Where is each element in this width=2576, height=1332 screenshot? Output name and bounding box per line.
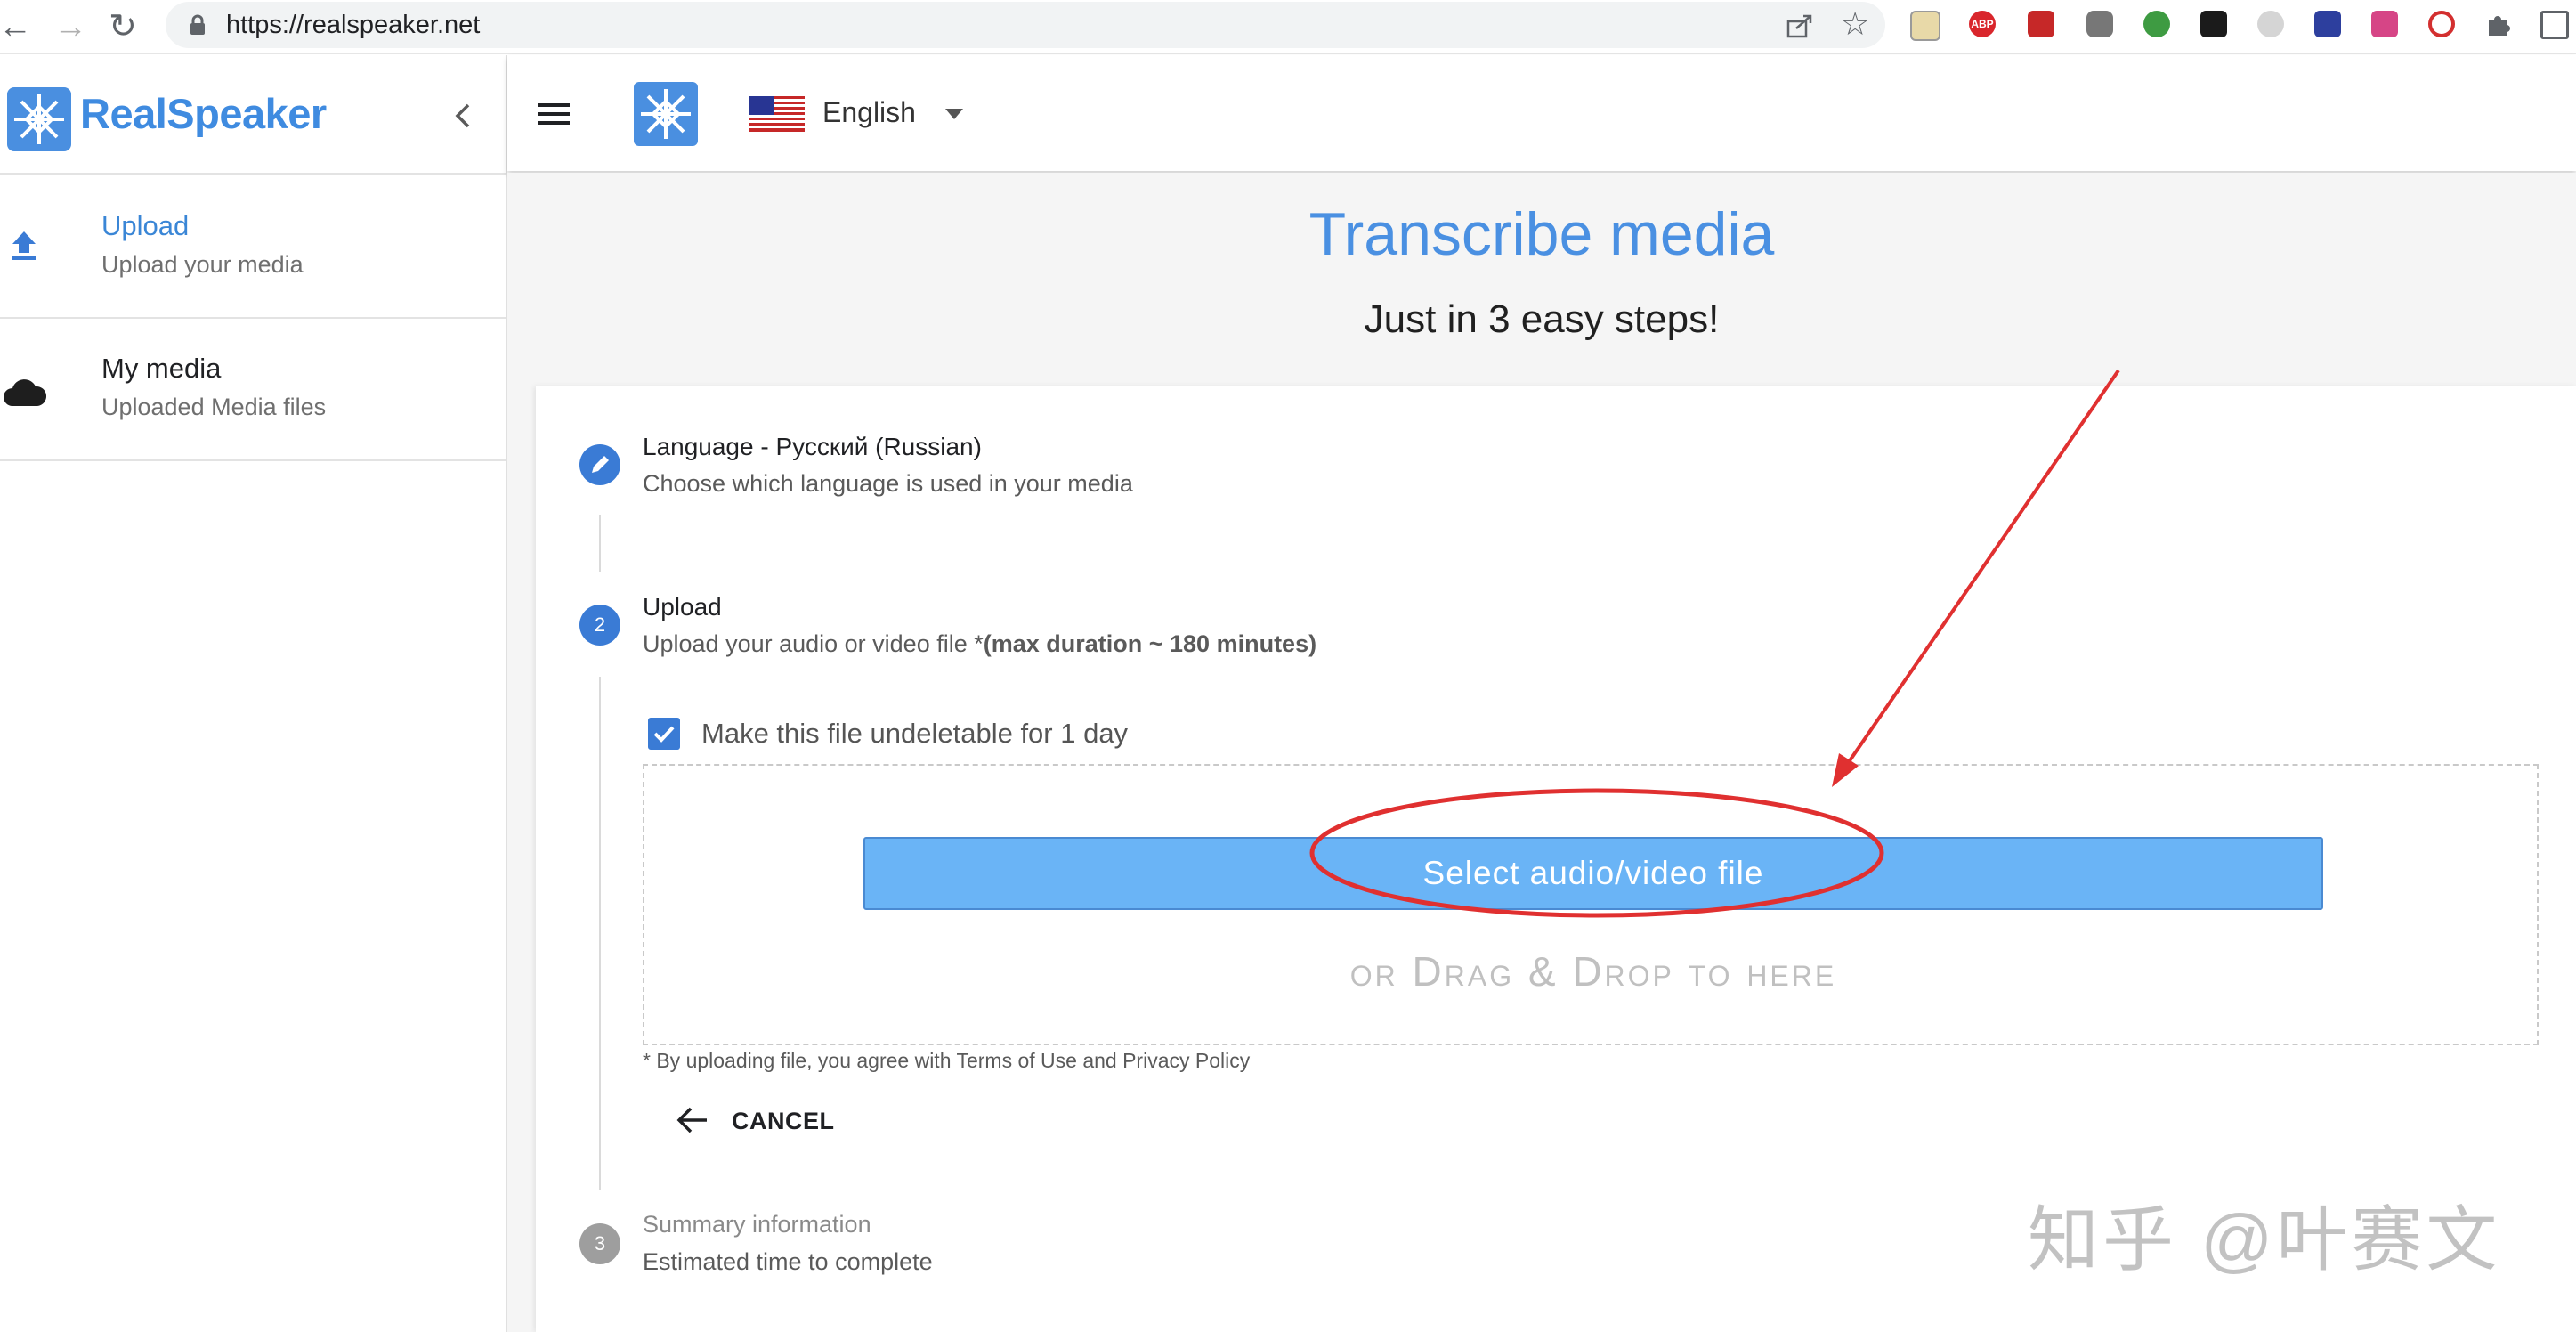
sidebar-item-title: My media: [101, 353, 222, 384]
colorful-extension-icon[interactable]: [2314, 11, 2341, 37]
record-icon[interactable]: [2428, 11, 2455, 37]
lastpass-icon[interactable]: [2028, 11, 2054, 37]
image-extension-icon[interactable]: [1910, 11, 1940, 41]
step-2-subtitle-text: Upload your audio or video file *: [643, 630, 984, 657]
sidebar-item-upload[interactable]: Upload Upload your media: [0, 173, 506, 319]
cloud-icon: [4, 379, 46, 406]
adblock-plus-icon[interactable]: ABP: [1969, 11, 1996, 37]
address-bar[interactable]: https://realspeaker.net ☆: [166, 2, 1885, 48]
undeletable-checkbox-label[interactable]: Make this file undeletable for 1 day: [701, 718, 1128, 750]
extensions-puzzle-icon[interactable]: [2485, 11, 2512, 37]
sidebar-item-subtitle: Uploaded Media files: [101, 394, 327, 420]
collapse-sidebar-icon[interactable]: [452, 102, 472, 130]
download-manager-icon[interactable]: [2143, 11, 2170, 37]
lock-icon: [190, 14, 205, 35]
step-connector: [599, 515, 601, 572]
grey-extension-icon[interactable]: [2257, 11, 2284, 37]
step-1-title: Language - Русский (Russian): [643, 433, 982, 460]
realspeaker-logo-icon: [7, 87, 71, 151]
language-selector[interactable]: English: [749, 94, 981, 134]
drag-drop-hint: or Drag & Drop to here: [1349, 948, 1837, 995]
step-2-subtitle: Upload your audio or video file *(max du…: [643, 630, 1316, 658]
hamburger-menu-icon[interactable]: [538, 102, 570, 126]
dropdown-caret-icon: [945, 109, 963, 119]
top-app-bar: English: [507, 55, 2576, 171]
forward-arrow-icon[interactable]: →: [53, 5, 87, 48]
step-2-title: Upload: [643, 593, 722, 621]
window-icon[interactable]: [2540, 11, 2569, 39]
page-subtitle: Just in 3 easy steps!: [1364, 297, 1720, 341]
step-connector: [599, 677, 601, 1190]
select-file-button[interactable]: Select audio/video file: [863, 837, 2323, 910]
translate-icon[interactable]: [2371, 11, 2398, 37]
bookmark-star-icon[interactable]: ☆: [1841, 5, 1869, 43]
terms-notice: * By uploading file, you agree with Term…: [643, 1049, 1251, 1072]
pencil-icon: [592, 456, 609, 473]
main-content: Transcribe media Just in 3 easy steps!: [507, 173, 2576, 1332]
share-icon[interactable]: [1786, 12, 1814, 39]
browser-toolbar: ← → ↻ https://realspeaker.net ☆ ABP: [0, 0, 2576, 54]
back-arrow-icon: [676, 1107, 707, 1133]
brand-name: RealSpeaker: [80, 90, 327, 137]
upload-icon: [12, 231, 36, 260]
sidebar: RealSpeaker Upload Upload your media My …: [0, 55, 507, 1332]
step-3-circle: 3: [579, 1223, 620, 1264]
step-1-edit-circle[interactable]: [579, 444, 620, 485]
step-2-circle: 2: [579, 605, 620, 646]
checkmark-icon: [653, 726, 675, 743]
step-2-subtitle-bold: (max duration ~ 180 minutes): [983, 630, 1317, 657]
us-flag-icon: [749, 96, 805, 132]
sidebar-item-my-media[interactable]: My media Uploaded Media files: [0, 317, 506, 461]
black-extension-icon[interactable]: [2200, 11, 2227, 37]
sidebar-item-subtitle: Upload your media: [101, 251, 304, 278]
sidebar-item-title: Upload: [101, 210, 190, 241]
reload-icon[interactable]: ↻: [109, 5, 137, 48]
cancel-label: CANCEL: [732, 1108, 835, 1134]
undeletable-checkbox[interactable]: [648, 718, 680, 750]
app-logo-icon[interactable]: [634, 82, 698, 146]
url-text: https://realspeaker.net: [226, 11, 481, 39]
step-1-subtitle: Choose which language is used in your me…: [643, 470, 1133, 497]
step-3-title: Summary information: [643, 1211, 871, 1238]
back-arrow-icon[interactable]: ←: [0, 5, 32, 48]
language-label: English: [822, 96, 916, 128]
page-title: Transcribe media: [1308, 200, 1775, 268]
watermark: 知乎 @叶赛文: [2028, 1200, 2501, 1279]
camera-icon[interactable]: [2086, 11, 2113, 37]
step-3-subtitle: Estimated time to complete: [643, 1248, 933, 1275]
